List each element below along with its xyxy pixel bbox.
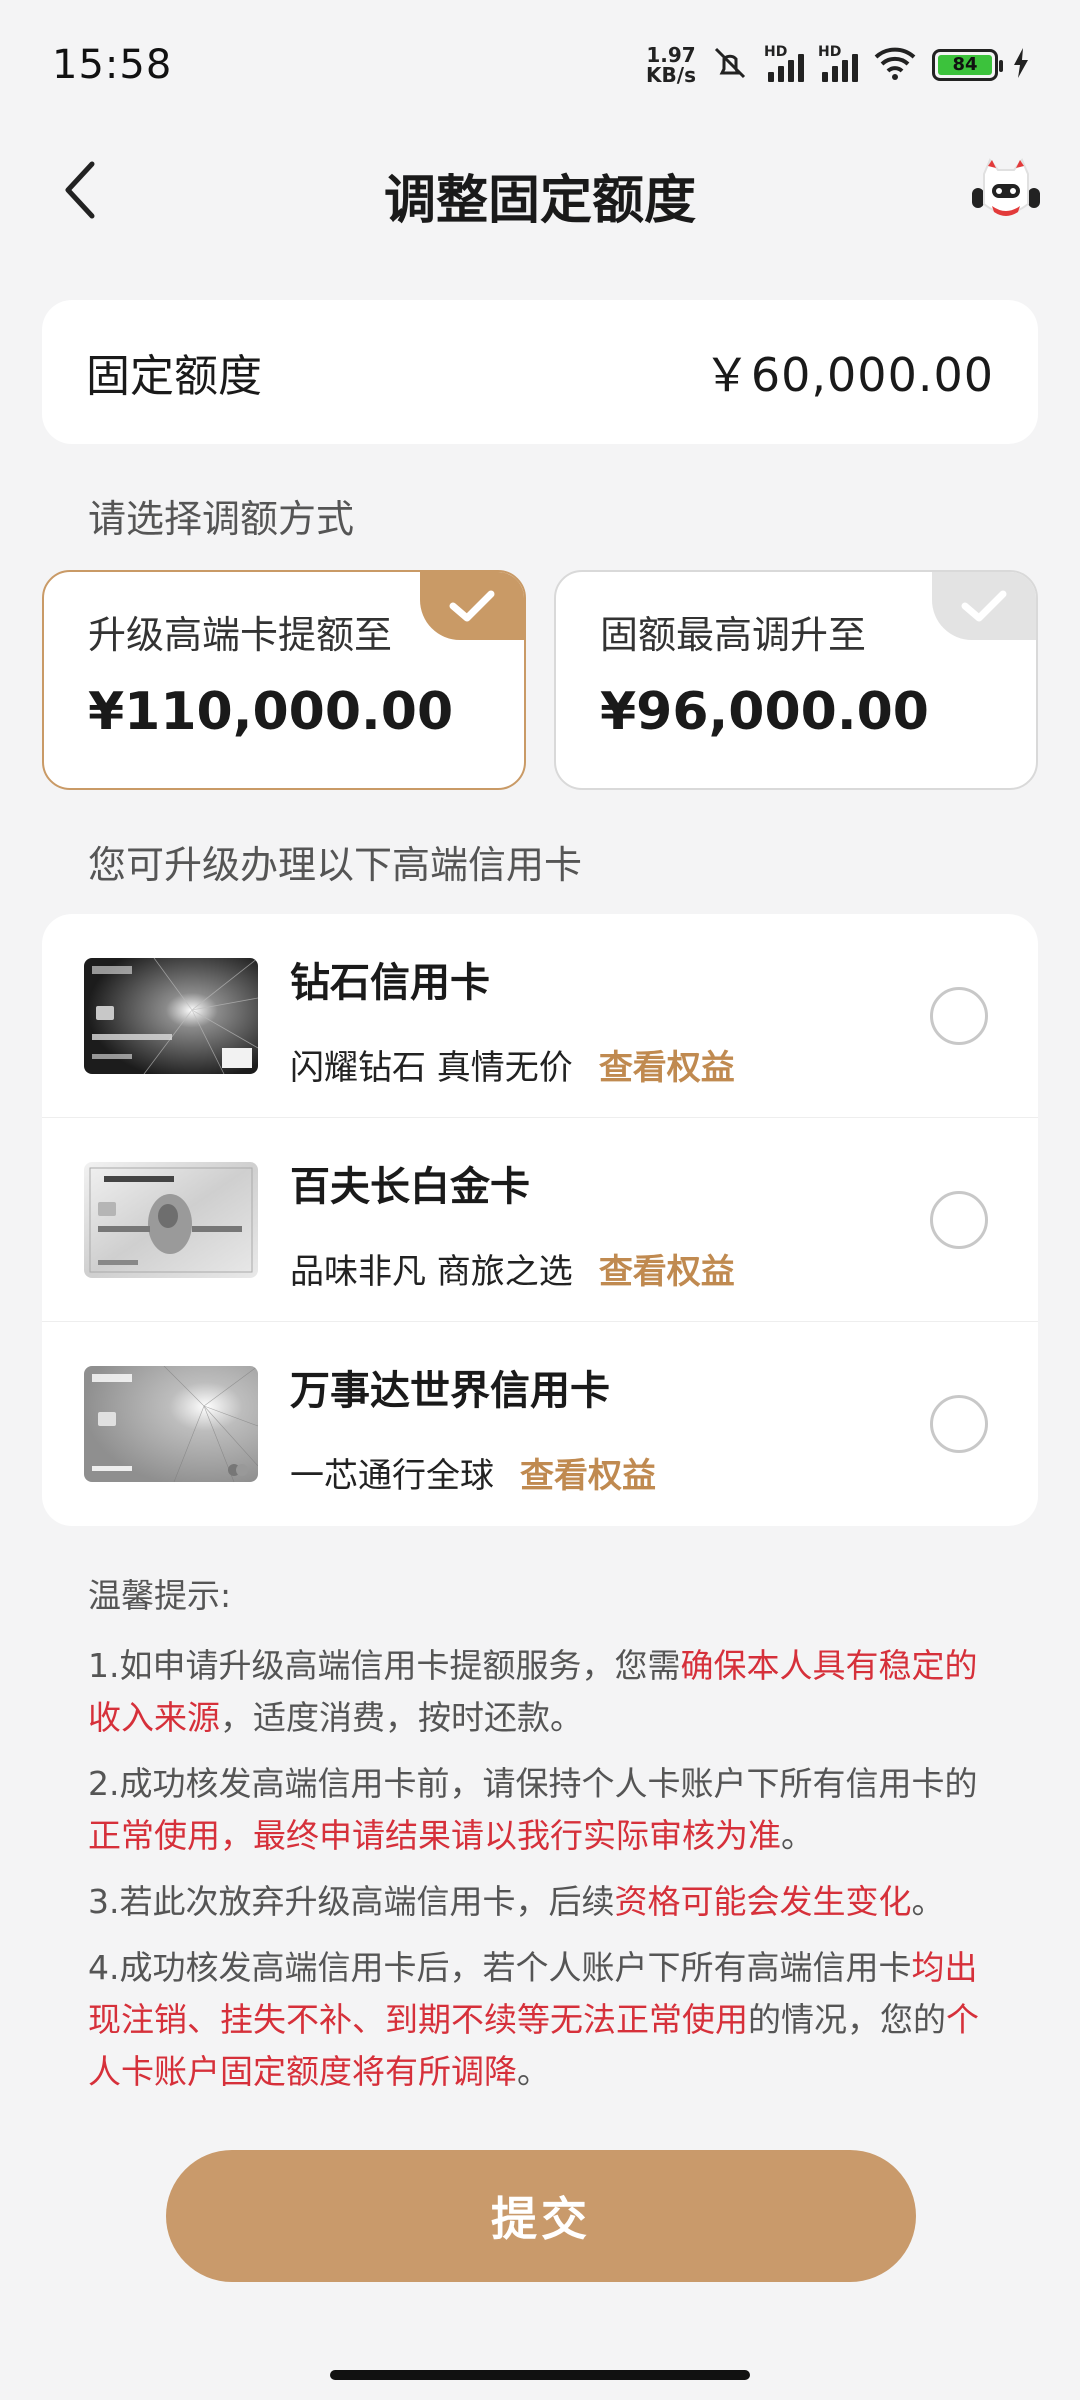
tip-highlight: 正常使用，最终申请结果请以我行实际审核为准 — [88, 1816, 781, 1855]
tip-text: 1.如申请升级高端信用卡提额服务，您需 — [88, 1646, 681, 1685]
tip-text: 。 — [517, 2052, 550, 2091]
upgrade-section-label: 您可升级办理以下高端信用卡 — [88, 843, 583, 887]
status-icons: 1.97 KB/s HD HD 84 — [646, 44, 1030, 85]
card-radio[interactable] — [930, 987, 988, 1045]
tip-item: 1.如申请升级高端信用卡提额服务，您需确保本人具有稳定的收入来源，适度消费，按时… — [88, 1640, 1000, 1744]
fixed-limit-card: 固定额度 ￥60,000.00 — [42, 300, 1038, 444]
option-title: 升级高端卡提额至 — [88, 613, 393, 657]
option-max-fixed[interactable]: 固额最高调升至 ¥96,000.00 — [554, 570, 1038, 790]
card-slogan-row: 闪耀钻石 真情无价 查看权益 — [290, 1040, 735, 1089]
mastercard-world-card-image — [84, 1366, 258, 1482]
option-amount: ¥110,000.00 — [88, 682, 454, 742]
list-item-diamond-card[interactable]: 钻石信用卡 闪耀钻石 真情无价 查看权益 — [42, 914, 1038, 1118]
card-radio[interactable] — [930, 1191, 988, 1249]
tip-item: 4.成功核发高端信用卡后，若个人账户下所有高端信用卡均出现注销、挂失不补、到期不… — [88, 1942, 1000, 2098]
list-item-mastercard-world-card[interactable]: 万事达世界信用卡 一芯通行全球 查看权益 — [42, 1322, 1038, 1526]
method-section-label: 请选择调额方式 — [88, 497, 355, 541]
card-slogan: 一芯通行全球 — [290, 1456, 494, 1496]
battery-level: 84 — [938, 55, 992, 75]
tip-item: 2.成功核发高端信用卡前，请保持个人卡账户下所有信用卡的正常使用，最终申请结果请… — [88, 1758, 1000, 1862]
tip-text: ，适度消费，按时还款。 — [220, 1698, 583, 1737]
mute-icon — [710, 45, 750, 85]
selected-check-icon — [420, 572, 524, 640]
tips-section: 温馨提示: 1.如申请升级高端信用卡提额服务，您需确保本人具有稳定的收入来源，适… — [88, 1570, 1000, 2112]
status-time: 15:58 — [52, 42, 173, 88]
card-radio[interactable] — [930, 1395, 988, 1453]
list-item-centurion-card[interactable]: 百夫长白金卡 品味非凡 商旅之选 查看权益 — [42, 1118, 1038, 1322]
centurion-card-image — [84, 1162, 258, 1278]
tip-text: 。 — [911, 1882, 945, 1921]
status-bar: 15:58 1.97 KB/s HD HD 84 — [0, 0, 1080, 130]
option-amount: ¥96,000.00 — [600, 682, 929, 742]
network-speed-value: 1.97 — [646, 43, 696, 67]
network-speed: 1.97 KB/s — [646, 45, 696, 85]
hd-label: HD — [818, 44, 842, 60]
view-benefits-link[interactable]: 查看权益 — [520, 1456, 656, 1496]
card-slogan-row: 一芯通行全球 查看权益 — [290, 1448, 656, 1497]
card-name: 百夫长白金卡 — [290, 1164, 530, 1210]
tip-text: 2.成功核发高端信用卡前，请保持个人卡账户下所有信用卡的 — [88, 1764, 978, 1803]
tip-text: 的情况，您的 — [748, 2000, 946, 2039]
tip-text: 3.若此次放弃升级高端信用卡，后续 — [88, 1882, 615, 1921]
fixed-limit-label: 固定额度 — [86, 351, 262, 402]
network-speed-unit: KB/s — [646, 63, 696, 87]
hd-label: HD — [764, 44, 788, 60]
card-list: 钻石信用卡 闪耀钻石 真情无价 查看权益 百夫长白金卡 品味非凡 商旅之选 查看权益 — [42, 914, 1038, 1526]
tip-text: 。 — [781, 1816, 814, 1855]
card-slogan: 品味非凡 商旅之选 — [290, 1252, 573, 1292]
home-indicator[interactable] — [330, 2370, 750, 2380]
option-title: 固额最高调升至 — [600, 613, 867, 657]
signal-icon: HD — [764, 44, 804, 82]
diamond-card-image — [84, 958, 258, 1074]
charging-icon — [1012, 48, 1030, 82]
tip-text: 4.成功核发高端信用卡后，若个人账户下所有高端信用卡 — [88, 1948, 912, 1987]
option-upgrade-card[interactable]: 升级高端卡提额至 ¥110,000.00 — [42, 570, 526, 790]
submit-button[interactable]: 提交 — [166, 2150, 916, 2282]
fixed-limit-amount: ￥60,000.00 — [703, 348, 994, 402]
card-name: 钻石信用卡 — [290, 960, 490, 1006]
view-benefits-link[interactable]: 查看权益 — [599, 1252, 735, 1292]
header: 调整固定额度 — [0, 130, 1080, 250]
battery-icon: 84 — [932, 49, 1003, 81]
assistant-mascot-icon[interactable] — [970, 154, 1042, 226]
tip-item: 3.若此次放弃升级高端信用卡，后续资格可能会发生变化。 — [88, 1876, 1000, 1928]
signal-icon: HD — [818, 44, 858, 82]
card-slogan: 闪耀钻石 真情无价 — [290, 1048, 573, 1088]
wifi-icon — [872, 45, 918, 85]
tip-highlight: 资格可能会发生变化 — [614, 1882, 912, 1921]
view-benefits-link[interactable]: 查看权益 — [599, 1048, 735, 1088]
card-name: 万事达世界信用卡 — [290, 1368, 610, 1414]
page-title: 调整固定额度 — [383, 171, 696, 231]
unselected-check-icon — [932, 572, 1036, 640]
tips-title: 温馨提示: — [88, 1576, 232, 1615]
card-slogan-row: 品味非凡 商旅之选 查看权益 — [290, 1244, 735, 1293]
